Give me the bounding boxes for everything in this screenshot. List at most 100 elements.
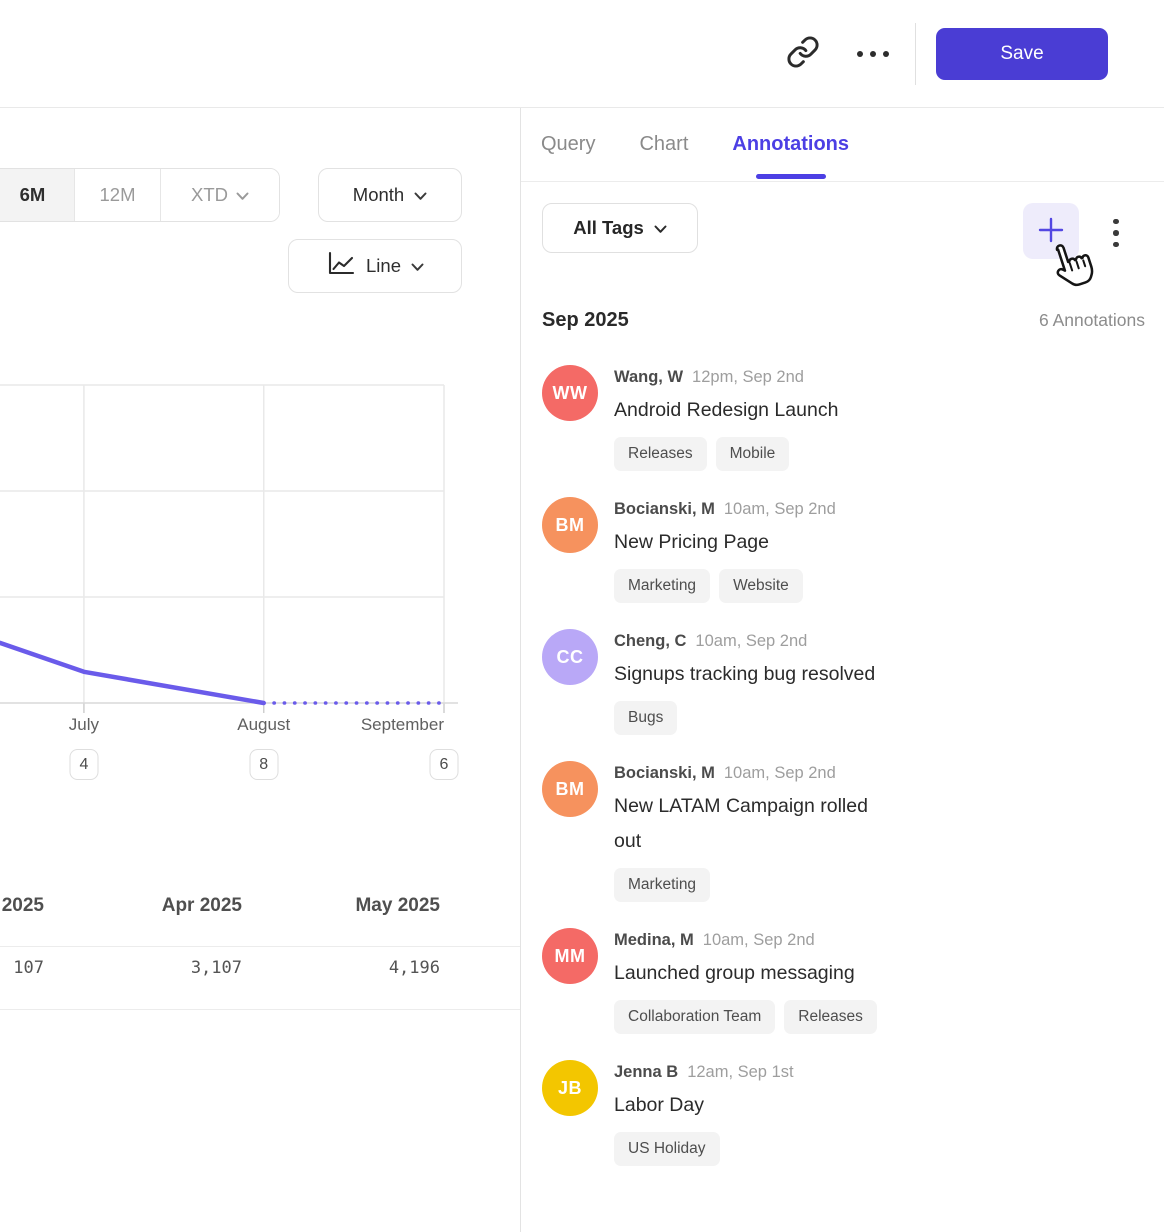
annotation-item[interactable]: JB Jenna B 12am, Sep 1st Labor Day US Ho… (542, 1060, 1145, 1166)
line-chart[interactable] (0, 385, 520, 715)
annotation-title: Signups tracking bug resolved (614, 657, 875, 692)
tag-chip[interactable]: US Holiday (614, 1132, 720, 1166)
top-bar: Save (0, 0, 1164, 108)
tag-chip[interactable]: Website (719, 569, 803, 603)
annotation-author: Bocianski, M (614, 764, 715, 783)
annotation-time: 10am, Sep 2nd (695, 632, 807, 651)
table-cell: 4,196 (389, 958, 440, 978)
chevron-down-icon (414, 184, 427, 206)
avatar: CC (542, 629, 598, 685)
annotation-count-badge[interactable]: 4 (69, 749, 98, 780)
annotation-title: Launched group messaging (614, 956, 877, 991)
annotation-body: Wang, W 12pm, Sep 2nd Android Redesign L… (614, 365, 838, 471)
annotation-author: Jenna B (614, 1063, 678, 1082)
annotation-body: Jenna B 12am, Sep 1st Labor Day US Holid… (614, 1060, 794, 1166)
save-button[interactable]: Save (936, 28, 1108, 80)
annotation-time: 12am, Sep 1st (687, 1063, 793, 1082)
table-cell: 107 (13, 958, 44, 978)
annotation-body: Cheng, C 10am, Sep 2nd Signups tracking … (614, 629, 875, 735)
more-options-icon (857, 51, 889, 57)
annotation-title: New Pricing Page (614, 525, 836, 560)
annotation-count-badge[interactable]: 8 (249, 749, 278, 780)
panel-tabs: Query Chart Annotations (521, 108, 1164, 182)
annotation-body: Medina, M 10am, Sep 2nd Launched group m… (614, 928, 877, 1034)
chart-type-select[interactable]: Line (288, 239, 462, 293)
annotation-tags: Bugs (614, 701, 875, 735)
x-axis-badges: 4 8 6 (0, 749, 520, 781)
annotation-item[interactable]: MM Medina, M 10am, Sep 2nd Launched grou… (542, 928, 1145, 1034)
tag-chip[interactable]: Collaboration Team (614, 1000, 775, 1034)
date-range-group: 6M 12M XTD (0, 168, 280, 222)
avatar-initials: BM (556, 779, 585, 800)
annotation-item[interactable]: WW Wang, W 12pm, Sep 2nd Android Redesig… (542, 365, 1145, 471)
x-axis-label: September (361, 715, 444, 735)
tab-annotations[interactable]: Annotations (732, 108, 849, 182)
x-axis-label: July (69, 715, 99, 735)
range-12m-button[interactable]: 12M (75, 169, 161, 221)
copy-link-button[interactable] (781, 32, 825, 76)
add-annotation-button[interactable] (1023, 203, 1079, 259)
annotation-item[interactable]: BM Bocianski, M 10am, Sep 2nd New LATAM … (542, 761, 1145, 902)
annotation-count-label: 6 Annotations (1039, 310, 1145, 331)
chevron-down-icon (654, 217, 667, 239)
annotations-menu-button[interactable] (1101, 211, 1131, 255)
range-xtd-button[interactable]: XTD (161, 169, 279, 221)
table-header-row: 2025 Apr 2025 May 2025 (0, 895, 520, 925)
avatar-initials: MM (555, 946, 586, 967)
annotation-author: Medina, M (614, 931, 694, 950)
annotation-tags: Marketing (614, 868, 899, 902)
annotation-body: Bocianski, M 10am, Sep 2nd New LATAM Cam… (614, 761, 899, 902)
table-column-header: Apr 2025 (162, 895, 242, 917)
avatar: BM (542, 761, 598, 817)
annotations-panel: Query Chart Annotations All Tags Sep 202… (520, 108, 1164, 1232)
annotation-time: 10am, Sep 2nd (724, 764, 836, 783)
table-divider (0, 946, 520, 947)
tag-chip[interactable]: Mobile (716, 437, 790, 471)
annotation-author: Wang, W (614, 368, 683, 387)
annotation-item[interactable]: BM Bocianski, M 10am, Sep 2nd New Pricin… (542, 497, 1145, 603)
active-tab-underline (756, 174, 826, 179)
tag-filter-select[interactable]: All Tags (542, 203, 698, 253)
annotation-time: 12pm, Sep 2nd (692, 368, 804, 387)
plus-icon (1038, 217, 1064, 246)
more-options-button[interactable] (851, 32, 895, 76)
annotation-tags: Releases Mobile (614, 437, 838, 471)
avatar-initials: BM (556, 515, 585, 536)
table-row: 107 3,107 4,196 (0, 958, 520, 992)
tag-chip[interactable]: Releases (784, 1000, 877, 1034)
x-axis-labels: July August September (0, 715, 520, 739)
table-divider (0, 1009, 520, 1010)
annotation-author: Cheng, C (614, 632, 686, 651)
table-column-header: 2025 (2, 895, 44, 917)
avatar-initials: CC (557, 647, 584, 668)
annotation-time: 10am, Sep 2nd (703, 931, 815, 950)
annotation-tags: Marketing Website (614, 569, 836, 603)
topbar-divider (915, 23, 916, 85)
granularity-select[interactable]: Month (318, 168, 462, 222)
avatar: BM (542, 497, 598, 553)
month-group-row: Sep 2025 6 Annotations (542, 306, 1145, 334)
range-6m-button[interactable]: 6M (0, 169, 75, 221)
tag-chip[interactable]: Marketing (614, 868, 710, 902)
table-column-header: May 2025 (355, 895, 440, 917)
annotation-body: Bocianski, M 10am, Sep 2nd New Pricing P… (614, 497, 836, 603)
avatar-initials: WW (553, 383, 588, 404)
annotation-title: Android Redesign Launch (614, 393, 838, 428)
line-chart-icon (326, 250, 356, 282)
annotation-tags: US Holiday (614, 1132, 794, 1166)
annotation-item[interactable]: CC Cheng, C 10am, Sep 2nd Signups tracki… (542, 629, 1145, 735)
annotation-title: New LATAM Campaign rolled out (614, 789, 899, 859)
annotation-time: 10am, Sep 2nd (724, 500, 836, 519)
tag-chip[interactable]: Releases (614, 437, 707, 471)
annotation-list: WW Wang, W 12pm, Sep 2nd Android Redesig… (542, 365, 1145, 1192)
avatar-initials: JB (558, 1078, 582, 1099)
link-icon (786, 35, 820, 72)
chevron-down-icon (236, 184, 249, 206)
tag-chip[interactable]: Marketing (614, 569, 710, 603)
tag-chip[interactable]: Bugs (614, 701, 677, 735)
x-axis-label: August (237, 715, 290, 735)
annotation-author: Bocianski, M (614, 500, 715, 519)
tab-query[interactable]: Query (541, 108, 595, 182)
annotation-count-badge[interactable]: 6 (430, 749, 459, 780)
tab-chart[interactable]: Chart (639, 108, 688, 182)
